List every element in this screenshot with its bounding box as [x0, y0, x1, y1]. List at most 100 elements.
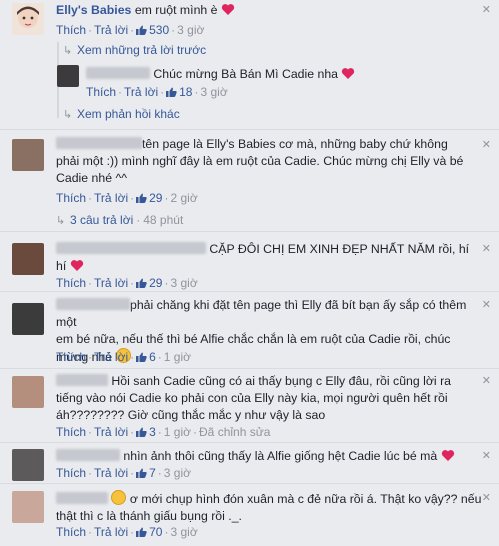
like-link[interactable]: Thích: [56, 191, 86, 205]
avatar[interactable]: [12, 491, 44, 523]
comment-line: áh???????? Giờ cũng thắc mắc y như vậy l…: [56, 408, 326, 422]
prev-replies-label[interactable]: Xem những trả lời trước: [77, 43, 206, 57]
like-link[interactable]: Thích: [56, 350, 86, 364]
like-icon: [136, 527, 147, 537]
reply-link[interactable]: Trả lời: [94, 191, 128, 205]
redacted-name: [56, 374, 108, 386]
replies-count[interactable]: 3 câu trả lời: [70, 213, 133, 227]
close-icon[interactable]: ✕: [482, 242, 491, 255]
timestamp[interactable]: 3 giờ: [200, 85, 227, 99]
close-icon[interactable]: ✕: [482, 374, 491, 387]
avatar[interactable]: [12, 376, 44, 408]
heart-icon: [342, 68, 355, 79]
reply-link[interactable]: Trả lời: [94, 525, 128, 539]
comment-line: phải một :)) mình nghĩ đây là em ruột củ…: [56, 154, 464, 168]
comment-actions: Thích · Trả lời · 7 · 3 giờ: [56, 466, 192, 480]
comment-actions: Thích · Trả lời · 70 · 3 giờ: [56, 525, 198, 539]
like-count[interactable]: 18: [179, 85, 192, 99]
comment-text: ơ mới chụp hình đón xuân mà c đẻ nữa rồi…: [56, 490, 486, 525]
comment-body: em ruột mình è: [134, 3, 218, 17]
replies-link[interactable]: ↳ 3 câu trả lời · 48 phút: [56, 213, 183, 229]
timestamp[interactable]: 48 phút: [143, 213, 183, 227]
comment-line: ơ mới chụp hình đón xuân mà c đẻ nữa rồi…: [129, 492, 482, 506]
avatar[interactable]: [12, 243, 44, 275]
close-icon[interactable]: ✕: [482, 491, 491, 504]
timestamp[interactable]: 1 giờ: [164, 350, 191, 364]
like-link[interactable]: Thích: [56, 466, 86, 480]
reply-arrow-icon: ↳: [63, 45, 73, 57]
avatar[interactable]: [12, 303, 44, 335]
like-link[interactable]: Thích: [86, 85, 116, 99]
comment-line: tiếng vào nói Cadie ko phải con của Elly…: [56, 391, 448, 405]
like-icon: [166, 87, 177, 97]
reply-link[interactable]: Trả lời: [94, 23, 128, 37]
redacted-name: [56, 449, 120, 461]
comment-text: tên page là Elly's Babies cơ mà, những b…: [56, 136, 486, 187]
prev-replies-link[interactable]: ↳ Xem những trả lời trước: [63, 43, 206, 59]
comment-line: CẶP ĐÔI CHỊ EM XINH ĐẸP NHẤT NĂM rồi, hí: [209, 242, 470, 256]
divider: [0, 231, 499, 232]
redacted-name: [56, 298, 130, 310]
comment-line: nhìn ảnh thôi cũng thấy là Alfie giống h…: [123, 449, 438, 463]
avatar[interactable]: [12, 139, 44, 171]
like-count[interactable]: 29: [149, 191, 162, 205]
divider: [0, 368, 499, 369]
avatar[interactable]: [12, 3, 44, 35]
avatar[interactable]: [12, 449, 44, 481]
comment-actions: Thích · Trả lời · 29 · 3 giờ: [56, 276, 198, 290]
reply-link[interactable]: Trả lời: [94, 276, 128, 290]
comment-text: CẶP ĐÔI CHỊ EM XINH ĐẸP NHẤT NĂM rồi, hí…: [56, 241, 486, 275]
like-icon: [136, 25, 147, 35]
confused-emoji-icon: [111, 490, 127, 505]
like-count[interactable]: 70: [149, 525, 162, 539]
like-link[interactable]: Thích: [56, 276, 86, 290]
comment-line: hí: [56, 259, 67, 273]
redacted-name: [56, 492, 108, 504]
divider: [0, 291, 499, 292]
like-count[interactable]: 29: [149, 276, 162, 290]
close-icon[interactable]: ✕: [482, 298, 491, 311]
timestamp[interactable]: 3 giờ: [177, 23, 204, 37]
comment-line: Cadie nhé ^^: [56, 171, 128, 185]
more-replies-label[interactable]: Xem phản hồi khác: [77, 107, 180, 121]
close-icon[interactable]: ✕: [482, 3, 491, 16]
avatar[interactable]: [57, 65, 79, 87]
comment-line: em bé nữa, nếu thế thì bé Alfie chắc chắ…: [56, 332, 451, 346]
close-icon[interactable]: ✕: [482, 449, 491, 462]
reply-link[interactable]: Trả lời: [94, 466, 128, 480]
like-icon: [136, 468, 147, 478]
timestamp[interactable]: 2 giờ: [170, 191, 197, 205]
like-count[interactable]: 6: [149, 350, 156, 364]
comment-line: tên page là Elly's Babies cơ mà, những b…: [142, 137, 448, 151]
timestamp[interactable]: 1 giờ: [164, 425, 191, 439]
like-link[interactable]: Thích: [56, 425, 86, 439]
like-icon: [136, 352, 147, 362]
like-icon: [136, 427, 147, 437]
reply-link[interactable]: Trả lời: [94, 425, 128, 439]
timestamp[interactable]: 3 giờ: [170, 525, 197, 539]
timestamp[interactable]: 3 giờ: [164, 466, 191, 480]
reply-link[interactable]: Trả lời: [94, 350, 128, 364]
author-name[interactable]: Elly's Babies: [56, 3, 131, 17]
like-count[interactable]: 530: [149, 23, 169, 37]
redacted-name: [56, 242, 206, 254]
comment-actions: Thích · Trả lời · 29 · 2 giờ: [56, 191, 198, 205]
reply-arrow-icon: ↳: [56, 215, 66, 227]
reply-actions: Thích · Trả lời · 18 · 3 giờ: [86, 85, 228, 99]
like-link[interactable]: Thích: [56, 525, 86, 539]
like-link[interactable]: Thích: [56, 23, 86, 37]
edited-label[interactable]: Đã chỉnh sửa: [199, 425, 270, 439]
comment-line: thật thì c là thánh giấu bụng rồi ._.: [56, 509, 242, 523]
close-icon[interactable]: ✕: [482, 138, 491, 151]
divider: [0, 442, 499, 443]
more-replies-link[interactable]: ↳ Xem phản hồi khác: [63, 107, 180, 123]
divider: [0, 483, 499, 484]
like-icon: [136, 193, 147, 203]
reply-link[interactable]: Trả lời: [124, 85, 158, 99]
redacted-name: [86, 67, 150, 79]
like-count[interactable]: 3: [149, 425, 156, 439]
like-count[interactable]: 7: [149, 466, 156, 480]
timestamp[interactable]: 3 giờ: [170, 276, 197, 290]
heart-icon: [441, 450, 454, 461]
divider: [0, 129, 499, 130]
